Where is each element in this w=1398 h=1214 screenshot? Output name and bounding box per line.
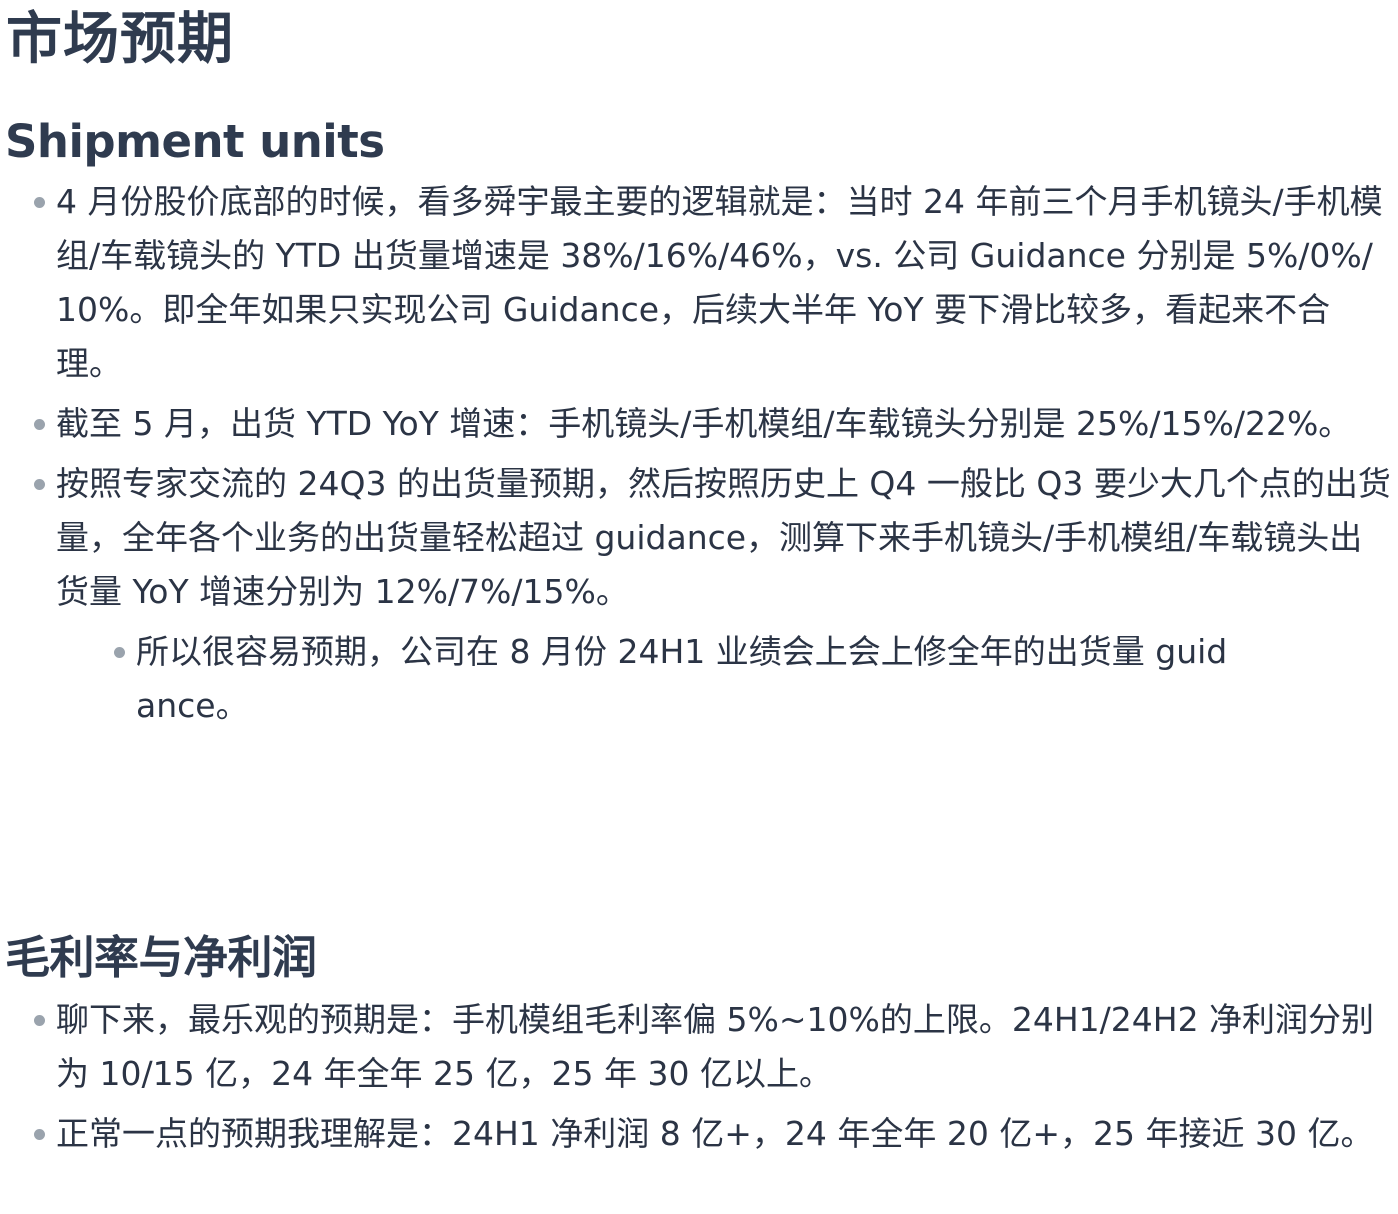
- document-page: 市场预期 Shipment units 4 月份股价底部的时候，看多舜宇最主要的…: [0, 0, 1398, 1214]
- shipment-bullet-list: 4 月份股价底部的时候，看多舜宇最主要的逻辑就是：当时 24 年前三个月手机镜头…: [34, 175, 1392, 739]
- list-item: 正常一点的预期我理解是：24H1 净利润 8 亿+，24 年全年 20 亿+，2…: [34, 1107, 1392, 1161]
- list-item-text: 按照专家交流的 24Q3 的出货量预期，然后按照历史上 Q4 一般比 Q3 要少…: [56, 464, 1391, 611]
- list-item: 4 月份股价底部的时候，看多舜宇最主要的逻辑就是：当时 24 年前三个月手机镜头…: [34, 175, 1392, 391]
- nested-bullet-list: 所以很容易预期，公司在 8 月份 24H1 业绩会上会上修全年的出货量 guid…: [114, 625, 1236, 733]
- list-item: 按照专家交流的 24Q3 的出货量预期，然后按照历史上 Q4 一般比 Q3 要少…: [34, 457, 1392, 733]
- list-item: 截至 5 月，出货 YTD YoY 增速：手机镜头/手机模组/车载镜头分别是 2…: [34, 397, 1392, 451]
- list-item: 聊下来，最乐观的预期是：手机模组毛利率偏 5%~10%的上限。24H1/24H2…: [34, 993, 1392, 1101]
- margin-bullet-list: 聊下来，最乐观的预期是：手机模组毛利率偏 5%~10%的上限。24H1/24H2…: [34, 993, 1392, 1167]
- section-heading-margin: 毛利率与净利润: [5, 931, 317, 984]
- nested-list-item: 所以很容易预期，公司在 8 月份 24H1 业绩会上会上修全年的出货量 guid…: [114, 625, 1236, 733]
- section-heading-shipment: Shipment units: [5, 115, 385, 168]
- page-title: 市场预期: [6, 7, 234, 72]
